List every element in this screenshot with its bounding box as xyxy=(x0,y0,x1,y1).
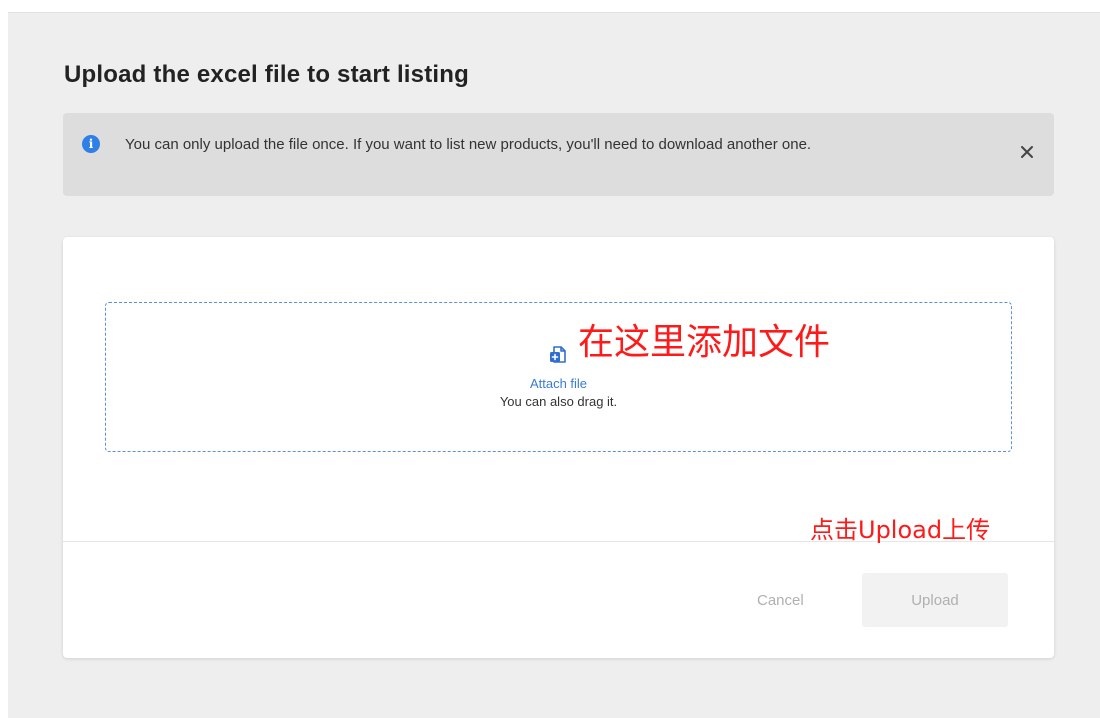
page-title: Upload the excel file to start listing xyxy=(64,61,470,88)
cancel-button[interactable]: Cancel xyxy=(757,592,804,609)
upload-card: Attach file You can also drag it. Cancel… xyxy=(63,237,1054,658)
close-icon[interactable] xyxy=(1018,143,1036,161)
info-icon: i xyxy=(82,135,100,153)
drag-hint: You can also drag it. xyxy=(499,394,618,409)
upload-annotation: 点击Upload上传 xyxy=(810,516,991,544)
attach-file-icon[interactable] xyxy=(547,344,569,366)
attach-file-link[interactable]: Attach file xyxy=(106,376,1011,391)
page-background: Upload the excel file to start listing i… xyxy=(8,12,1100,718)
upload-button[interactable]: Upload xyxy=(862,573,1008,627)
attach-annotation: 在这里添加文件 xyxy=(578,322,831,363)
info-notice: i You can only upload the file once. If … xyxy=(63,113,1054,196)
notice-text: You can only upload the file once. If yo… xyxy=(125,136,812,153)
file-dropzone[interactable]: Attach file You can also drag it. xyxy=(105,302,1012,452)
